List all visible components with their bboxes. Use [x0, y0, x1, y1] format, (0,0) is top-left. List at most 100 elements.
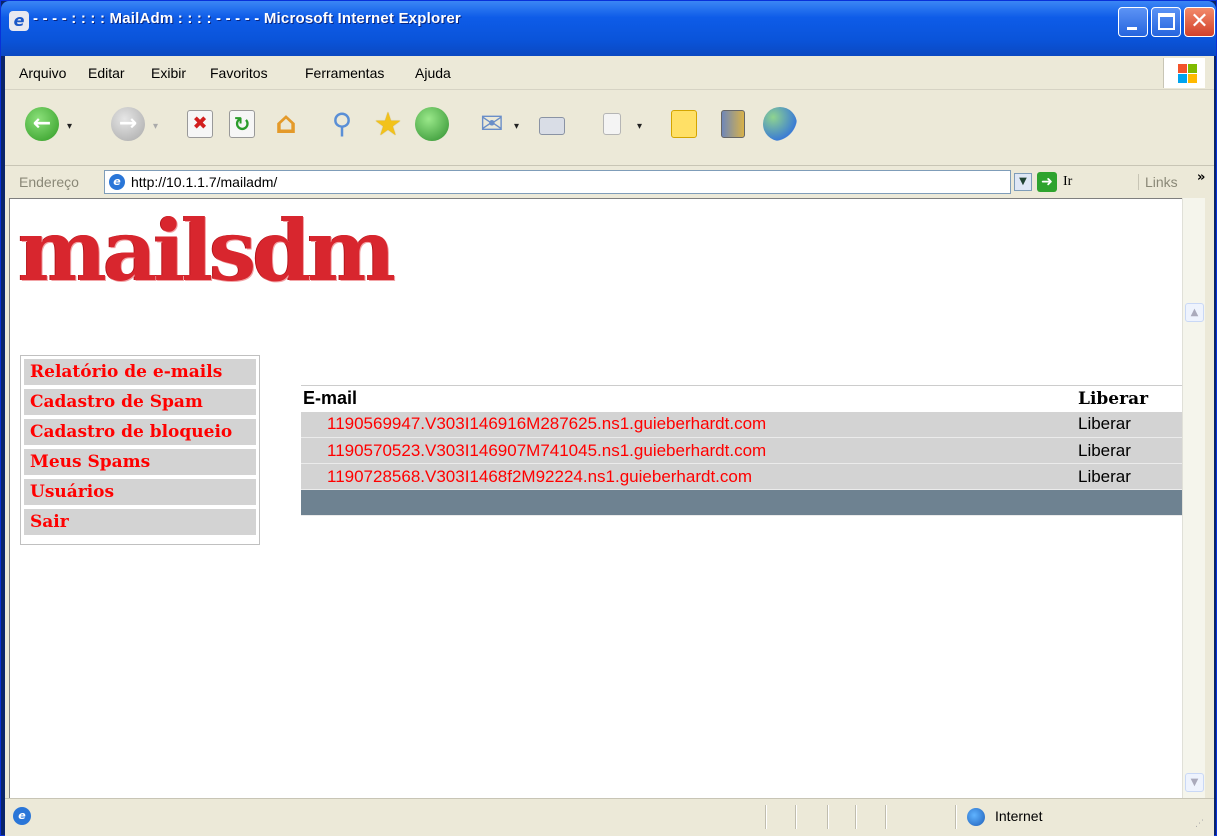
edit-icon: [603, 113, 621, 135]
status-divider: [885, 805, 887, 829]
print-button[interactable]: [533, 105, 571, 143]
research-icon: [721, 110, 745, 138]
status-divider: [955, 805, 957, 829]
forward-dropdown[interactable]: ▾: [153, 121, 158, 132]
back-button[interactable]: ←: [23, 105, 61, 143]
menu-ferramentas[interactable]: Ferramentas: [305, 65, 384, 81]
maximize-button[interactable]: [1151, 7, 1181, 37]
browser-window: e - - - - : : : : MailAdm : : : : - - - …: [0, 0, 1217, 836]
edit-button[interactable]: [593, 105, 631, 143]
back-dropdown[interactable]: ▾: [67, 121, 72, 132]
address-url[interactable]: http://10.1.1.7/mailadm/: [131, 174, 277, 190]
table-footer: [301, 489, 1182, 516]
page-status-icon: e: [13, 807, 31, 825]
email-cell[interactable]: 1190570523.V303I146907M741045.ns1.guiebe…: [301, 437, 1070, 464]
column-header-email: E-mail: [301, 385, 1070, 412]
home-button[interactable]: ⌂: [267, 105, 305, 143]
mail-button[interactable]: ✉: [473, 105, 511, 143]
status-divider: [855, 805, 857, 829]
search-icon: ⚲: [331, 107, 353, 140]
go-button[interactable]: ➜: [1037, 172, 1057, 192]
address-input[interactable]: e http://10.1.1.7/mailadm/: [104, 170, 1011, 194]
forward-button[interactable]: →: [109, 105, 147, 143]
security-zone-label: Internet: [995, 808, 1043, 824]
messenger-button[interactable]: [761, 105, 799, 143]
favorites-button[interactable]: ★: [369, 105, 407, 143]
status-bar: e Internet ⋰: [5, 798, 1214, 833]
address-bar: Endereço e http://10.1.1.7/mailadm/ ▼ ➜ …: [5, 167, 1214, 197]
history-icon: [415, 107, 449, 141]
menu-favoritos[interactable]: Favoritos: [210, 65, 268, 81]
email-cell[interactable]: 1190569947.V303I146916M287625.ns1.guiebe…: [301, 411, 1070, 438]
table-row: 1190570523.V303I146907M741045.ns1.guiebe…: [301, 437, 1182, 464]
table-header: E-mail Liberar: [301, 385, 1182, 412]
page-icon: e: [109, 174, 125, 190]
sidebar-item-relatorio[interactable]: Relatório de e-mails: [24, 359, 256, 385]
vertical-scrollbar[interactable]: ▲ ▼: [1182, 198, 1205, 798]
windows-logo-icon: [1163, 58, 1205, 88]
liberar-link[interactable]: Liberar: [1070, 437, 1182, 464]
chevron-up-icon: ▲: [1190, 307, 1199, 318]
resize-grip-icon[interactable]: ⋰: [1195, 819, 1204, 829]
status-divider: [795, 805, 797, 829]
stop-button[interactable]: ✖: [181, 105, 219, 143]
menu-bar: Arquivo Editar Exibir Favoritos Ferramen…: [5, 56, 1214, 90]
ie-icon: e: [9, 11, 29, 31]
refresh-button[interactable]: ↻: [223, 105, 261, 143]
chevron-down-icon: ▼: [1019, 176, 1027, 187]
home-icon: ⌂: [275, 106, 297, 141]
liberar-link[interactable]: Liberar: [1070, 411, 1182, 438]
messenger-icon: [763, 107, 797, 141]
go-arrow-icon: ➜: [1041, 174, 1053, 190]
minimize-icon: [1127, 27, 1137, 30]
discuss-button[interactable]: [665, 105, 703, 143]
address-dropdown-button[interactable]: ▼: [1014, 173, 1032, 191]
menu-ajuda[interactable]: Ajuda: [415, 65, 451, 81]
mail-icon: ✉: [480, 107, 504, 140]
liberar-link[interactable]: Liberar: [1070, 463, 1182, 490]
page-viewport: mailsdm Relatório de e-mails Cadastro de…: [9, 198, 1182, 798]
chevron-down-icon: ▼: [1190, 777, 1199, 788]
status-divider: [765, 805, 767, 829]
go-label[interactable]: Ir: [1063, 174, 1072, 190]
footer-cell: [301, 489, 1070, 516]
mail-dropdown[interactable]: ▾: [514, 121, 519, 132]
print-icon: [539, 117, 565, 135]
window-title: - - - - : : : : MailAdm : : : : - - - - …: [33, 10, 461, 27]
toolbar: ← ▾ → ▾ ✖ ↻ ⌂ ⚲ ★ ✉ ▾ ▾: [5, 91, 1214, 166]
discuss-icon: [671, 110, 697, 138]
scroll-down-button[interactable]: ▼: [1185, 773, 1204, 792]
menu-arquivo[interactable]: Arquivo: [19, 65, 66, 81]
sidebar-item-sair[interactable]: Sair: [24, 509, 256, 535]
search-button[interactable]: ⚲: [323, 105, 361, 143]
scroll-up-button[interactable]: ▲: [1185, 303, 1204, 322]
footer-cell: [1070, 489, 1182, 516]
menu-exibir[interactable]: Exibir: [151, 65, 186, 81]
spam-table: E-mail Liberar 1190569947.V303I146916M28…: [301, 385, 1182, 516]
close-button[interactable]: ✕: [1184, 7, 1215, 37]
links-label[interactable]: Links: [1138, 174, 1178, 190]
status-divider: [827, 805, 829, 829]
close-icon: ✕: [1190, 9, 1209, 34]
minimize-button[interactable]: [1118, 7, 1148, 37]
sidebar-item-meus-spams[interactable]: Meus Spams: [24, 449, 256, 475]
sidebar-menu: Relatório de e-mails Cadastro de Spam Ca…: [20, 355, 260, 545]
favorites-icon: ★: [373, 105, 403, 143]
sidebar-item-cadastro-bloqueio[interactable]: Cadastro de bloqueio: [24, 419, 256, 445]
research-button[interactable]: [713, 105, 751, 143]
sidebar-item-usuarios[interactable]: Usuários: [24, 479, 256, 505]
maximize-icon: [1158, 13, 1175, 30]
title-bar[interactable]: e - - - - : : : : MailAdm : : : : - - - …: [1, 1, 1216, 56]
column-header-liberar: Liberar: [1070, 385, 1182, 412]
mailadm-logo: mailsdm: [18, 201, 396, 300]
globe-icon: [967, 808, 985, 826]
history-button[interactable]: [413, 105, 451, 143]
menu-editar[interactable]: Editar: [88, 65, 125, 81]
email-cell[interactable]: 1190728568.V303I1468f2M92224.ns1.guieber…: [301, 463, 1070, 490]
table-row: 1190569947.V303I146916M287625.ns1.guiebe…: [301, 411, 1182, 438]
sidebar-item-cadastro-spam[interactable]: Cadastro de Spam: [24, 389, 256, 415]
address-label: Endereço: [19, 174, 79, 190]
links-chevron-icon[interactable]: »: [1197, 170, 1205, 185]
edit-dropdown[interactable]: ▾: [637, 121, 642, 132]
table-row: 1190728568.V303I1468f2M92224.ns1.guieber…: [301, 463, 1182, 490]
